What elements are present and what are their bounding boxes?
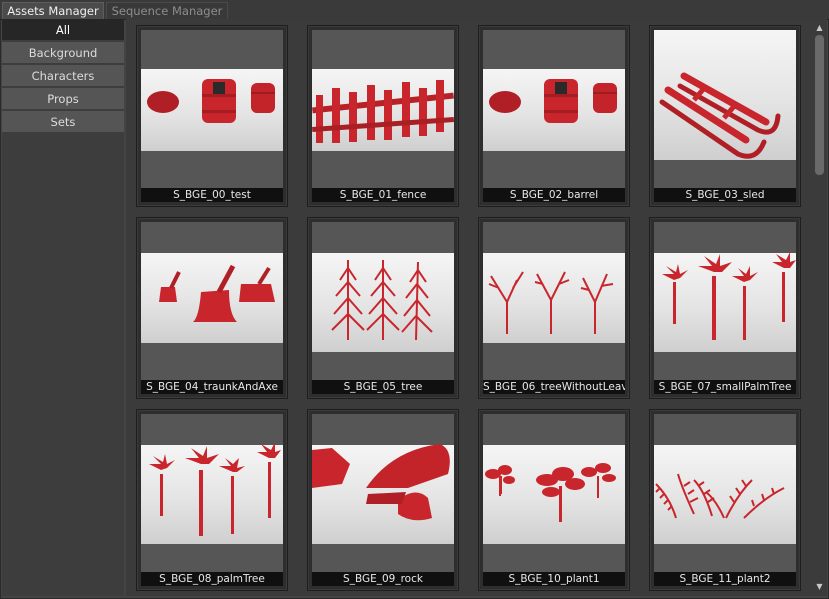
palms-render-icon — [149, 442, 281, 536]
asset-card[interactable]: S_BGE_11_plant2 — [649, 409, 801, 591]
asset-name: S_BGE_05_tree — [312, 380, 454, 394]
asset-thumbnail — [312, 414, 454, 572]
asset-card[interactable]: S_BGE_01_fence — [307, 25, 459, 207]
tab-sequence-manager[interactable]: Sequence Manager — [106, 2, 228, 19]
scroll-up-arrow-icon[interactable]: ▲ — [814, 22, 825, 34]
asset-thumbnail — [141, 30, 283, 188]
sled-render-icon — [659, 72, 781, 159]
tab-bar: Assets Manager Sequence Manager — [0, 0, 829, 20]
asset-thumbnail — [654, 30, 796, 188]
asset-name: S_BGE_09_rock — [312, 572, 454, 586]
barrel-render-icon — [147, 79, 275, 123]
asset-thumbnail — [141, 414, 283, 572]
vertical-scrollbar[interactable]: ▲ ▼ — [812, 19, 827, 596]
asset-card[interactable]: S_BGE_02_barrel — [478, 25, 630, 207]
asset-card[interactable]: S_BGE_06_treeWithoutLeave — [478, 217, 630, 399]
asset-name: S_BGE_04_traunkAndAxe — [141, 380, 283, 394]
asset-name: S_BGE_02_barrel — [483, 188, 625, 202]
ferns-render-icon — [655, 473, 785, 519]
tab-assets-manager[interactable]: Assets Manager — [2, 2, 104, 19]
asset-card[interactable]: S_BGE_04_traunkAndAxe — [136, 217, 288, 399]
asset-name: S_BGE_08_palmTree — [141, 572, 283, 586]
asset-thumbnail — [312, 222, 454, 380]
asset-card[interactable]: S_BGE_05_tree — [307, 217, 459, 399]
asset-name: S_BGE_03_sled — [654, 188, 796, 202]
asset-card[interactable]: S_BGE_09_rock — [307, 409, 459, 591]
sidebar-item-background-elements[interactable]: Background Elements — [2, 42, 124, 82]
asset-thumbnail — [483, 30, 625, 188]
asset-thumbnail — [483, 414, 625, 572]
asset-thumbnail — [312, 30, 454, 188]
asset-card[interactable]: S_BGE_10_plant1 — [478, 409, 630, 591]
asset-card[interactable]: S_BGE_07_smallPalmTree — [649, 217, 801, 399]
sidebar-item-all[interactable]: All — [2, 19, 124, 41]
barrel-render-icon — [489, 79, 617, 123]
scroll-down-arrow-icon[interactable]: ▼ — [814, 581, 825, 593]
asset-thumbnail — [654, 414, 796, 572]
rocks-render-icon — [312, 444, 450, 521]
asset-card[interactable]: S_BGE_08_palmTree — [136, 409, 288, 591]
asset-name: S_BGE_10_plant1 — [483, 572, 625, 586]
scroll-handle[interactable] — [815, 35, 824, 175]
asset-name: S_BGE_07_smallPalmTree — [654, 380, 796, 394]
asset-name: S_BGE_11_plant2 — [654, 572, 796, 586]
asset-thumbnail — [483, 222, 625, 380]
asset-card[interactable]: S_BGE_00_test — [136, 25, 288, 207]
asset-name: S_BGE_06_treeWithoutLeave — [483, 380, 625, 394]
asset-name: S_BGE_01_fence — [312, 188, 454, 202]
sidebar-item-props[interactable]: Props — [2, 88, 124, 110]
asset-thumbnail — [141, 222, 283, 380]
stumps-axes-render-icon — [159, 264, 275, 322]
pine-trees-render-icon — [331, 260, 433, 341]
sidebar-item-characters[interactable]: Characters — [2, 65, 124, 87]
asset-name: S_BGE_00_test — [141, 188, 283, 202]
small-palms-render-icon — [662, 252, 796, 340]
asset-thumbnail — [654, 222, 796, 380]
fence-render-icon — [312, 80, 454, 143]
asset-grid: S_BGE_00_test S_BGE_01_fence S_BGE_02_ba… — [126, 19, 812, 596]
plants-render-icon — [485, 463, 616, 522]
asset-card[interactable]: S_BGE_03_sled — [649, 25, 801, 207]
sidebar-item-sets[interactable]: Sets — [2, 111, 124, 133]
bare-trees-render-icon — [488, 271, 614, 334]
category-sidebar: All Background Elements Characters Props… — [2, 19, 124, 596]
